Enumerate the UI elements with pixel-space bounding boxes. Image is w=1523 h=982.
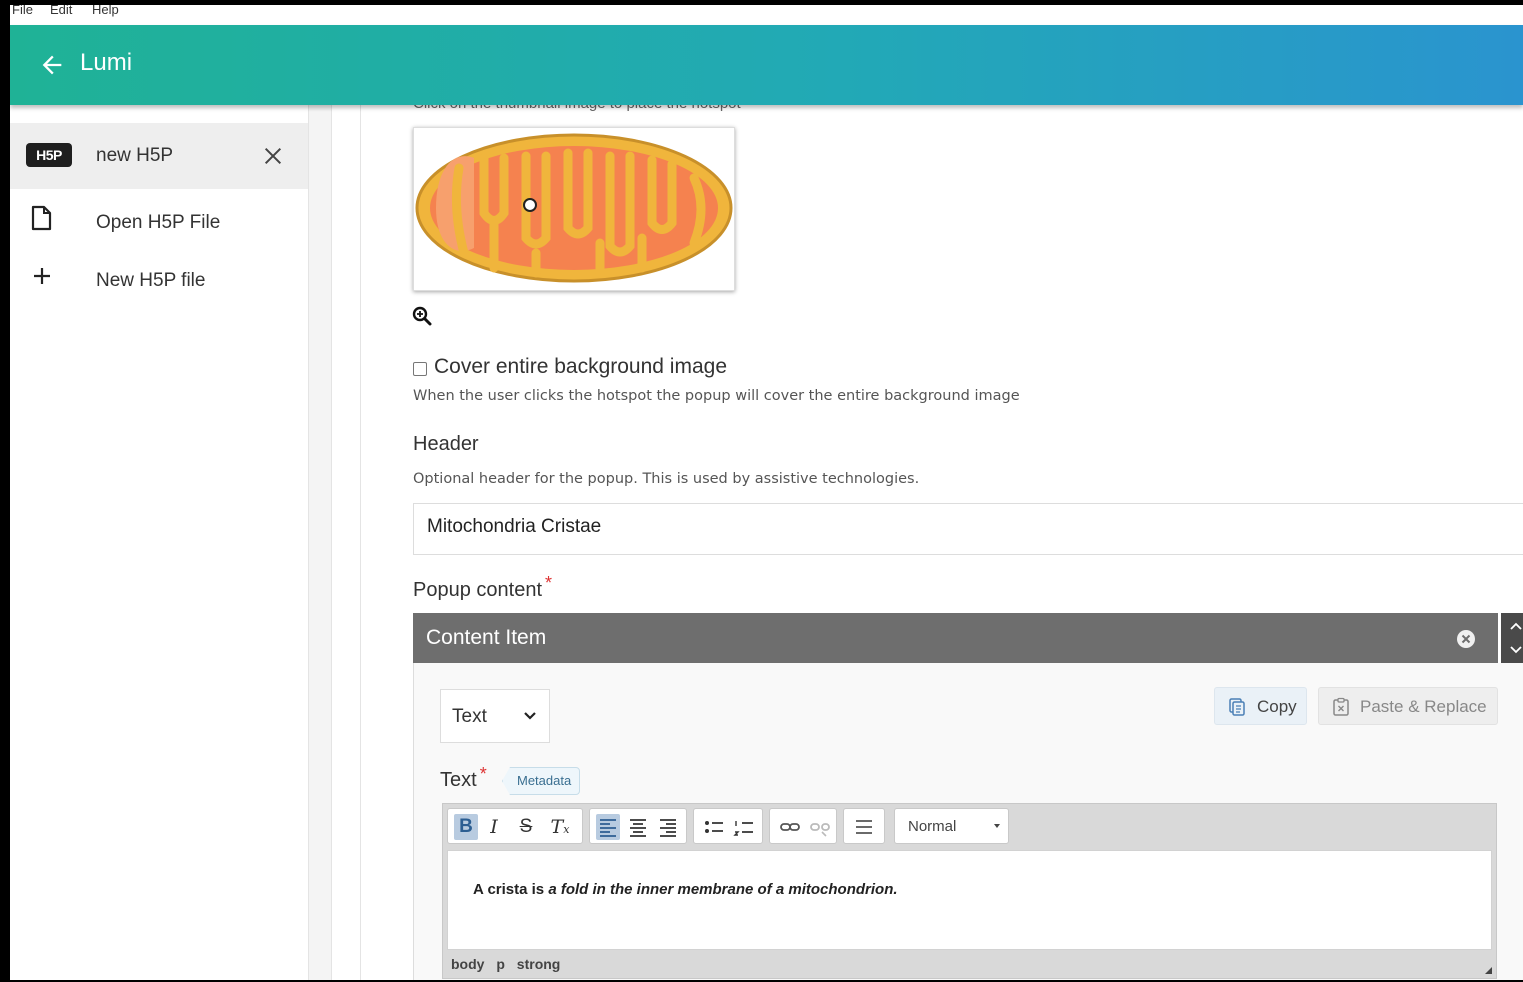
back-arrow-icon[interactable] [38, 51, 66, 79]
link-group [769, 808, 837, 844]
content-item-body: Text Copy Paste & Replace Text * Metadat… [413, 663, 1523, 980]
content-type-value: Text [452, 706, 487, 727]
content-type-select[interactable]: Text [440, 689, 550, 743]
text-editing-area[interactable]: A crista is a fold in the inner membrane… [447, 850, 1492, 950]
file-icon [31, 205, 52, 231]
mitochondrion-image[interactable] [414, 128, 734, 290]
content-item-header[interactable]: Content Item [413, 613, 1498, 663]
path-p[interactable]: p [496, 956, 505, 972]
sidebar-item-open-file[interactable]: Open H5P File [10, 193, 308, 253]
content-item-title: Content Item [426, 626, 547, 649]
popup-content-label: Popup content * [413, 573, 552, 602]
required-mark: * [479, 764, 487, 784]
metadata-button[interactable]: Metadata [502, 767, 581, 795]
cover-checkbox[interactable] [413, 362, 427, 376]
sidebar: H5P new H5P Open H5P File New H5P file [10, 105, 308, 980]
up-down-arrows-icon[interactable] [1501, 613, 1523, 663]
popup-text-plain: A crista is [473, 881, 545, 898]
menu-file[interactable]: File [12, 5, 33, 17]
list-group [693, 808, 763, 844]
link-icon[interactable] [778, 814, 802, 840]
popup-text-content: A crista is a fold in the inner membrane… [473, 881, 898, 898]
bullet-list-icon[interactable] [702, 814, 726, 840]
close-icon[interactable] [262, 145, 284, 167]
current-file-label: new H5P [96, 145, 174, 166]
bold-icon[interactable]: B [454, 814, 478, 840]
align-left-icon[interactable] [596, 814, 620, 840]
format-group: B I S Tx [447, 808, 583, 844]
copy-label: Copy [1257, 697, 1297, 716]
cover-label[interactable]: Cover entire background image [434, 355, 727, 379]
clear-format-icon[interactable]: Tx [548, 814, 572, 840]
align-group [589, 808, 687, 844]
menu-edit[interactable]: Edit [50, 5, 72, 17]
required-mark: * [545, 573, 553, 593]
rule-group [843, 808, 885, 844]
resize-handle[interactable] [1485, 967, 1492, 974]
cover-description: When the user clicks the hotspot the pop… [413, 388, 1020, 404]
new-file-label: New H5P file [96, 270, 206, 291]
chevron-down-icon [524, 712, 536, 720]
copy-button[interactable]: Copy [1214, 687, 1307, 725]
app-header: Lumi [10, 25, 1523, 105]
header-description: Optional header for the popup. This is u… [413, 471, 920, 487]
header-input[interactable]: Mitochondria Cristae [413, 503, 1523, 555]
popup-content-label-text: Popup content [413, 579, 542, 601]
editor-panel: Click on the thumbnail image to place th… [361, 95, 1523, 980]
sidebar-divider [308, 105, 332, 980]
align-right-icon[interactable] [656, 814, 680, 840]
copy-icon [1229, 698, 1245, 716]
reorder-arrows[interactable] [1501, 613, 1523, 663]
paste-label: Paste & Replace [1360, 697, 1487, 716]
align-center-icon[interactable] [626, 814, 650, 840]
zoom-in-icon[interactable] [412, 306, 432, 326]
h5p-logo-icon: H5P [26, 143, 72, 167]
path-body[interactable]: body [451, 956, 484, 972]
text-field-label: Text * [440, 764, 487, 792]
rich-text-editor: B I S Tx Normal A crista is a fold in th… [442, 803, 1497, 979]
paragraph-format-select[interactable]: Normal [894, 808, 1009, 844]
strikethrough-icon[interactable]: S [514, 814, 538, 840]
popup-text-italic: a fold in the inner membrane of a mitoch… [548, 881, 898, 898]
italic-icon[interactable]: I [482, 814, 506, 840]
app-window: File Edit Help Lumi H5P new H5P Open H5P… [0, 0, 1523, 982]
caret-down-icon [994, 824, 1000, 828]
hotspot-thumbnail[interactable] [413, 127, 735, 291]
open-file-label: Open H5P File [96, 212, 221, 233]
header-label: Header [413, 433, 479, 455]
horizontal-rule-icon[interactable] [852, 814, 876, 840]
text-field-label-text: Text [440, 769, 477, 791]
app-title: Lumi [80, 49, 133, 76]
numbered-list-icon[interactable] [732, 814, 756, 840]
sidebar-item-current-file[interactable]: H5P new H5P [10, 123, 308, 189]
menu-help[interactable]: Help [92, 5, 119, 17]
element-path-bar: body p strong [451, 956, 568, 972]
paste-replace-button[interactable]: Paste & Replace [1318, 687, 1498, 725]
paragraph-format-value: Normal [908, 818, 957, 835]
unlink-icon[interactable] [808, 814, 832, 840]
remove-item-icon[interactable] [1456, 629, 1476, 649]
sidebar-item-new-file[interactable]: New H5P file [10, 251, 308, 311]
menu-bar: File Edit Help [10, 5, 1523, 25]
path-strong[interactable]: strong [517, 956, 561, 972]
plus-icon [34, 268, 50, 284]
paste-icon [1333, 697, 1349, 716]
